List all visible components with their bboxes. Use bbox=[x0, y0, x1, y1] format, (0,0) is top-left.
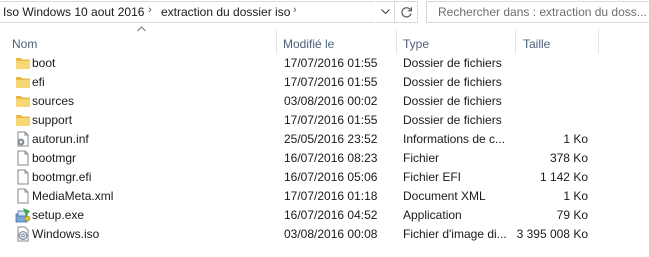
file-size: 3 395 008 Ko bbox=[516, 227, 588, 241]
file-modified: 16/07/2016 05:06 bbox=[284, 170, 378, 184]
file-type: Informations de c... bbox=[403, 132, 506, 146]
folder-icon bbox=[16, 58, 30, 69]
file-row[interactable]: autorun.inf 25/05/2016 23:52 Information… bbox=[0, 130, 649, 149]
file-type: Dossier de fichiers bbox=[403, 56, 502, 70]
file-row[interactable]: efi 17/07/2016 01:55 Dossier de fichiers bbox=[0, 73, 649, 92]
settings-file-icon bbox=[17, 131, 29, 147]
file-name: efi bbox=[32, 75, 45, 89]
file-row[interactable]: boot 17/07/2016 01:55 Dossier de fichier… bbox=[0, 54, 649, 73]
refresh-icon bbox=[401, 7, 412, 18]
file-type: Fichier bbox=[403, 151, 440, 165]
file-type: Document XML bbox=[403, 189, 486, 203]
address-history-dropdown[interactable] bbox=[375, 1, 395, 23]
blank-file-icon bbox=[17, 169, 29, 185]
breadcrumb-item[interactable]: extraction du dossier iso bbox=[161, 5, 290, 19]
breadcrumb-separator-icon[interactable]: › bbox=[293, 4, 297, 16]
file-modified: 17/07/2016 01:55 bbox=[284, 75, 378, 89]
file-modified: 17/07/2016 01:55 bbox=[284, 56, 378, 70]
column-header-label: Type bbox=[403, 37, 430, 51]
file-row[interactable]: setup.exe 16/07/2016 04:52 Application 7… bbox=[0, 206, 649, 225]
chevron-down-icon bbox=[381, 9, 390, 15]
file-row[interactable]: sources 03/08/2016 00:02 Dossier de fich… bbox=[0, 92, 649, 111]
disc-image-icon bbox=[17, 226, 29, 242]
file-name: bootmgr.efi bbox=[32, 170, 92, 184]
refresh-button[interactable] bbox=[395, 1, 418, 23]
setup-exe-icon bbox=[15, 208, 31, 223]
file-type: Dossier de fichiers bbox=[403, 94, 502, 108]
file-row[interactable]: bootmgr.efi 16/07/2016 05:06 Fichier EFI… bbox=[0, 168, 649, 187]
file-row[interactable]: support 17/07/2016 01:55 Dossier de fich… bbox=[0, 111, 649, 130]
file-modified: 16/07/2016 04:52 bbox=[284, 208, 378, 222]
column-header-label: Modifié le bbox=[283, 37, 335, 51]
address-bar[interactable]: Iso Windows 10 aout 2016 › extraction du… bbox=[0, 1, 395, 23]
file-name: MediaMeta.xml bbox=[32, 189, 114, 203]
search-input[interactable]: Rechercher dans : extraction du doss... bbox=[438, 5, 648, 19]
file-size: 378 Ko bbox=[549, 151, 588, 165]
file-modified: 17/07/2016 01:55 bbox=[284, 113, 378, 127]
column-header-modified[interactable]: Modifié le bbox=[277, 29, 395, 54]
folder-icon bbox=[16, 77, 30, 88]
file-modified: 17/07/2016 01:18 bbox=[284, 189, 378, 203]
blank-file-icon bbox=[17, 188, 29, 204]
file-size: 1 142 Ko bbox=[539, 170, 588, 184]
folder-icon bbox=[16, 115, 30, 126]
file-type: Dossier de fichiers bbox=[403, 75, 502, 89]
breadcrumb-item[interactable]: Iso Windows 10 aout 2016 bbox=[3, 5, 144, 19]
file-row[interactable]: Windows.iso 03/08/2016 00:08 Fichier d'i… bbox=[0, 225, 649, 244]
column-header-name[interactable]: Nom bbox=[0, 29, 276, 54]
file-name: bootmgr bbox=[32, 151, 77, 165]
file-type: Application bbox=[403, 208, 462, 222]
file-modified: 03/08/2016 00:08 bbox=[284, 227, 378, 241]
file-name: support bbox=[32, 113, 73, 127]
file-modified: 03/08/2016 00:02 bbox=[284, 94, 378, 108]
file-row[interactable]: MediaMeta.xml 17/07/2016 01:18 Document … bbox=[0, 187, 649, 206]
file-type: Fichier d'image di... bbox=[403, 227, 507, 241]
blank-file-icon bbox=[17, 150, 29, 166]
file-name: autorun.inf bbox=[32, 132, 89, 146]
file-name: setup.exe bbox=[32, 208, 85, 222]
file-type: Fichier EFI bbox=[403, 170, 462, 184]
file-name: sources bbox=[32, 94, 75, 108]
column-header-type[interactable]: Type bbox=[397, 29, 515, 54]
file-modified: 25/05/2016 23:52 bbox=[284, 132, 378, 146]
search-box[interactable]: Rechercher dans : extraction du doss... bbox=[426, 1, 649, 23]
folder-icon bbox=[16, 96, 30, 107]
file-modified: 16/07/2016 08:23 bbox=[284, 151, 378, 165]
column-header-label: Nom bbox=[12, 37, 38, 51]
file-name: Windows.iso bbox=[32, 227, 100, 241]
file-size: 79 Ko bbox=[556, 208, 588, 222]
column-header-size[interactable]: Taille bbox=[516, 29, 599, 54]
file-size: 1 Ko bbox=[563, 189, 588, 203]
breadcrumb-separator-icon[interactable]: › bbox=[148, 4, 152, 16]
file-name: boot bbox=[32, 56, 56, 70]
column-header-label: Taille bbox=[523, 37, 551, 51]
file-type: Dossier de fichiers bbox=[403, 113, 502, 127]
file-size: 1 Ko bbox=[563, 132, 588, 146]
file-row[interactable]: bootmgr 16/07/2016 08:23 Fichier 378 Ko bbox=[0, 149, 649, 168]
navigation-bar: Iso Windows 10 aout 2016 › extraction du… bbox=[0, 0, 649, 26]
column-divider[interactable] bbox=[598, 29, 599, 54]
